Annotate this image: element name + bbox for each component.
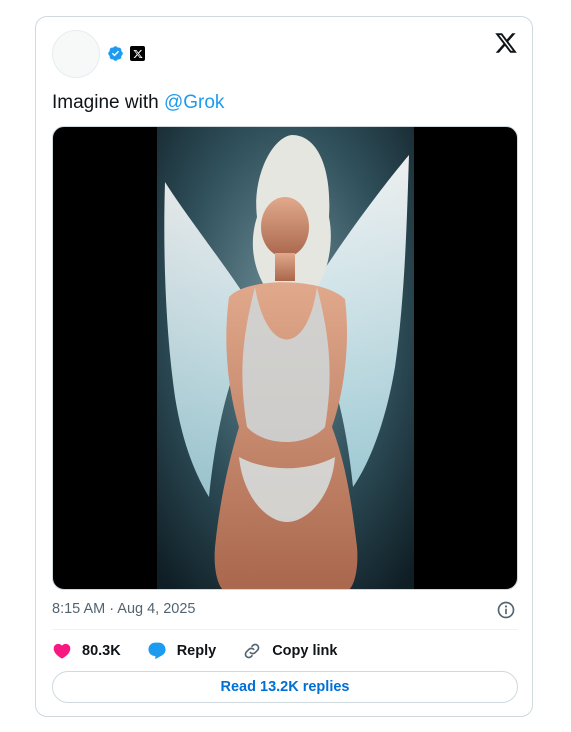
avatar[interactable] [52, 30, 100, 78]
x-affiliate-badge-icon [130, 46, 145, 61]
divider [52, 629, 518, 630]
copy-link-label: Copy link [272, 643, 338, 659]
tweet-embed-card: Imagine with @Grok 8:15 AM · Aug 4, 2025… [35, 16, 533, 717]
copy-link-button[interactable]: Copy link [242, 641, 337, 661]
reply-label: Reply [176, 643, 217, 659]
tweet-media[interactable] [52, 126, 518, 590]
reply-button[interactable]: Reply [147, 641, 217, 661]
tweet-text: Imagine with @Grok [52, 91, 224, 115]
tweet-actions: 80.3K Reply Copy link [52, 639, 363, 663]
x-logo-icon[interactable] [494, 31, 518, 55]
tweet-text-prefix: Imagine with [52, 92, 164, 113]
read-replies-button[interactable]: Read 13.2K replies [52, 671, 518, 703]
grok-mention-link[interactable]: @Grok [164, 92, 224, 113]
like-button[interactable]: 80.3K [52, 641, 121, 661]
tweet-timestamp[interactable]: 8:15 AM · Aug 4, 2025 [52, 601, 196, 617]
info-icon[interactable] [496, 600, 516, 620]
verified-badge-icon [108, 46, 123, 61]
angel-portrait-image [157, 127, 414, 589]
speech-bubble-icon [148, 642, 166, 660]
like-count: 80.3K [82, 643, 121, 659]
link-icon [244, 643, 260, 659]
heart-icon [53, 643, 71, 659]
